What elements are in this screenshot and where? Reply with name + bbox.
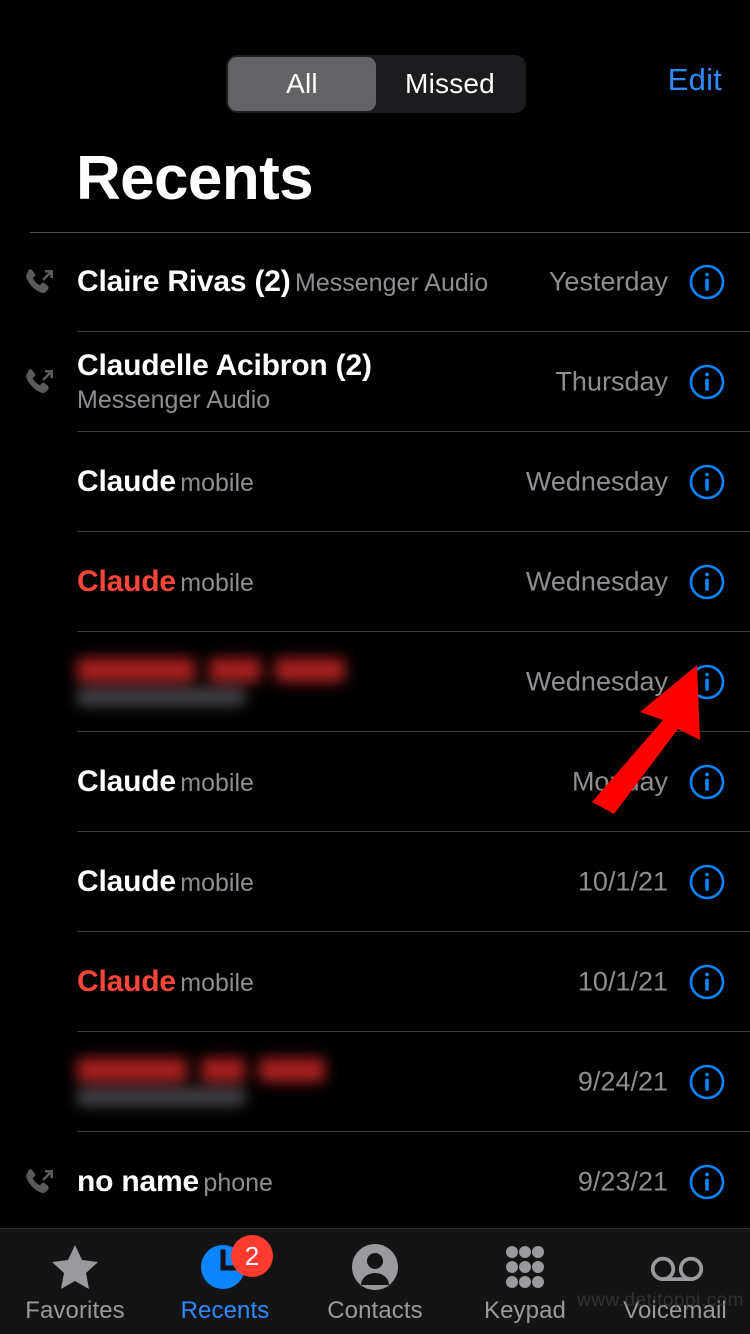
watermark: www.detitoppi.com xyxy=(577,1290,744,1311)
segment-all[interactable]: All xyxy=(228,57,376,111)
call-date: 10/1/21 xyxy=(577,866,668,897)
call-list-row[interactable]: Claire Rivas (2) Messenger Audio Yesterd… xyxy=(0,232,750,332)
keypad-icon xyxy=(499,1241,551,1293)
caller-name: Claude xyxy=(77,465,176,498)
call-date: Thursday xyxy=(555,366,668,397)
recents-call-list[interactable]: Claire Rivas (2) Messenger Audio Yesterd… xyxy=(0,232,750,1228)
call-date: Wednesday xyxy=(525,566,668,597)
call-list-row[interactable]: Claude mobile 10/1/21 xyxy=(0,832,750,932)
caller-subtitle: mobile xyxy=(180,769,254,797)
call-row-text: Claire Rivas (2) Messenger Audio xyxy=(77,264,488,300)
call-row-text: Claudelle Acibron (2) Messenger Audio xyxy=(77,348,497,416)
edit-button[interactable]: Edit xyxy=(668,62,722,98)
call-info-button[interactable] xyxy=(688,463,726,501)
star-icon xyxy=(49,1241,101,1293)
caller-subtitle: phone xyxy=(203,1169,273,1197)
caller-name: Claude xyxy=(77,965,176,998)
navigation-bar: All Missed Edit xyxy=(0,0,750,132)
call-info-button[interactable] xyxy=(688,663,726,701)
call-date: 9/23/21 xyxy=(577,1166,668,1197)
call-date: Wednesday xyxy=(525,466,668,497)
caller-name: Claudelle Acibron (2) xyxy=(77,349,372,382)
voicemail-icon xyxy=(649,1241,704,1293)
outgoing-call-icon xyxy=(23,365,57,399)
caller-name: Claude xyxy=(77,865,176,898)
call-info-button[interactable] xyxy=(688,863,726,901)
redacted-caller-name xyxy=(77,658,345,706)
tab-favorites[interactable]: Favorites xyxy=(0,1229,150,1325)
call-row-text: Claude mobile xyxy=(77,464,254,500)
call-date: Yesterday xyxy=(548,266,668,297)
call-date: Monday xyxy=(571,766,668,797)
call-info-button[interactable] xyxy=(688,1063,726,1101)
call-list-row[interactable]: Claude mobile 10/1/21 xyxy=(0,932,750,1032)
call-list-row[interactable]: Wednesday xyxy=(0,632,750,732)
call-list-row[interactable]: Claude mobile Wednesday xyxy=(0,532,750,632)
outgoing-call-icon xyxy=(23,1165,57,1199)
call-filter-segmented-control[interactable]: All Missed xyxy=(226,55,526,113)
tab-contacts[interactable]: Contacts xyxy=(300,1229,450,1325)
caller-subtitle: Messenger Audio xyxy=(77,386,271,414)
call-row-text: Claude mobile xyxy=(77,864,254,900)
caller-name: Claire Rivas (2) xyxy=(77,265,291,298)
person-icon xyxy=(349,1241,401,1293)
caller-subtitle: mobile xyxy=(180,469,254,497)
call-info-button[interactable] xyxy=(688,1163,726,1201)
tab-bar[interactable]: Favorites 2 Recents Contacts Keypad Voic… xyxy=(0,1228,750,1334)
call-info-button[interactable] xyxy=(688,263,726,301)
call-row-text: Claude mobile xyxy=(77,764,254,800)
call-info-button[interactable] xyxy=(688,963,726,1001)
page-title: Recents xyxy=(76,144,314,213)
call-row-text: Claude mobile xyxy=(77,964,254,1000)
caller-subtitle: mobile xyxy=(180,869,254,897)
call-date: Wednesday xyxy=(525,666,668,697)
call-list-row[interactable]: no name phone 9/23/21 xyxy=(0,1132,750,1228)
tab-label-favorites: Favorites xyxy=(25,1297,125,1324)
caller-name: Claude xyxy=(77,565,176,598)
call-list-row[interactable]: 9/24/21 xyxy=(0,1032,750,1132)
caller-name: no name xyxy=(77,1165,199,1198)
call-list-row[interactable]: Claudelle Acibron (2) Messenger Audio Th… xyxy=(0,332,750,432)
caller-name: Claude xyxy=(77,765,176,798)
call-list-row[interactable]: Claude mobile Monday xyxy=(0,732,750,832)
call-row-text: Claude mobile xyxy=(77,564,254,600)
call-list-row[interactable]: Claude mobile Wednesday xyxy=(0,432,750,532)
call-info-button[interactable] xyxy=(688,363,726,401)
caller-subtitle: mobile xyxy=(180,569,254,597)
call-date: 10/1/21 xyxy=(577,966,668,997)
tab-label-keypad: Keypad xyxy=(484,1297,566,1324)
caller-subtitle: Messenger Audio xyxy=(295,269,489,297)
tab-recents[interactable]: 2 Recents xyxy=(150,1229,300,1325)
redacted-caller-name xyxy=(77,1058,325,1106)
segment-missed[interactable]: Missed xyxy=(376,57,524,111)
phone-recents-screen: All Missed Edit Recents Claire Rivas (2)… xyxy=(0,0,750,1334)
call-info-button[interactable] xyxy=(688,763,726,801)
tab-label-recents: Recents xyxy=(180,1297,270,1324)
call-row-text: no name phone xyxy=(77,1164,273,1200)
outgoing-call-icon xyxy=(23,265,57,299)
call-date: 9/24/21 xyxy=(577,1066,668,1097)
tab-label-contacts: Contacts xyxy=(327,1297,423,1324)
caller-subtitle: mobile xyxy=(180,969,254,997)
call-info-button[interactable] xyxy=(688,563,726,601)
recents-badge: 2 xyxy=(231,1235,273,1277)
